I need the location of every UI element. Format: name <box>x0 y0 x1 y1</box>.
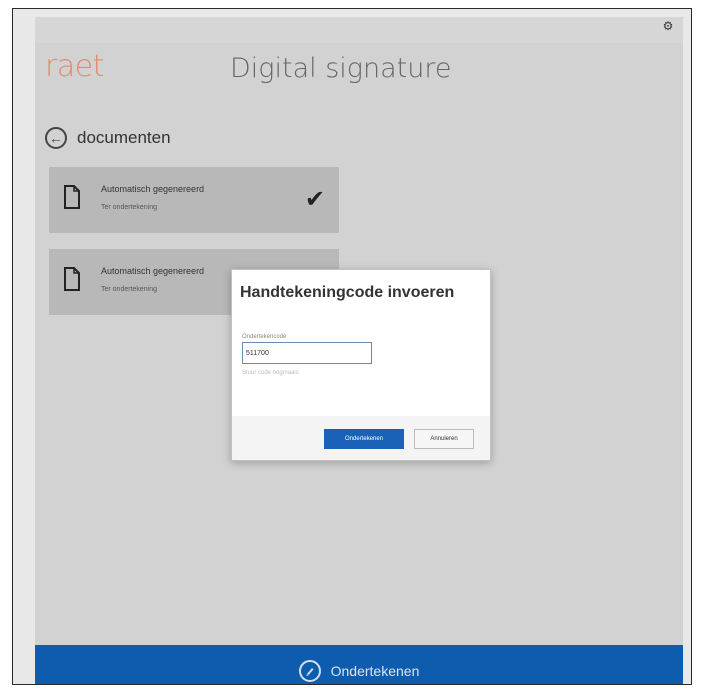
gear-icon[interactable]: ⚙ <box>661 19 675 33</box>
signature-code-input[interactable] <box>242 342 372 364</box>
document-title: Automatisch gegenereerd <box>101 266 205 276</box>
document-title: Automatisch gegenereerd <box>101 184 205 194</box>
sign-footer-label: Ondertekenen <box>330 663 420 679</box>
app-window: ⚙ raet Digital signature ← documenten Au… <box>35 17 683 684</box>
code-field-label: Ondertekencode <box>242 334 287 340</box>
page-title: Digital signature <box>230 53 452 84</box>
resend-code-link[interactable]: Stuur code nogmaals <box>242 370 299 376</box>
top-bar: ⚙ <box>35 17 683 43</box>
screenshot-frame: ⚙ raet Digital signature ← documenten Au… <box>12 8 692 685</box>
raet-logo: raet <box>45 49 104 84</box>
document-card[interactable]: Automatisch gegenereerd Ter ondertekenin… <box>49 167 339 233</box>
document-icon <box>64 185 80 209</box>
back-to-documents[interactable]: ← documenten <box>45 127 171 149</box>
document-status: Ter ondertekening <box>101 286 158 293</box>
dialog-footer: Ondertekenen Annuleren <box>232 416 490 460</box>
cancel-button[interactable]: Annuleren <box>414 429 474 449</box>
dialog-title: Handtekeningcode invoeren <box>240 284 455 301</box>
sign-confirm-button[interactable]: Ondertekenen <box>324 429 404 449</box>
arrow-left-circle-icon: ← <box>45 127 67 149</box>
pen-circle-icon <box>298 660 321 682</box>
sign-footer-button[interactable]: Ondertekenen <box>35 645 683 684</box>
checkmark-icon: ✔ <box>304 185 325 213</box>
back-label: documenten <box>77 128 171 147</box>
document-status: Ter ondertekening <box>101 204 158 211</box>
signature-code-dialog: Handtekeningcode invoeren Ondertekencode… <box>231 269 491 461</box>
document-icon <box>64 267 80 291</box>
